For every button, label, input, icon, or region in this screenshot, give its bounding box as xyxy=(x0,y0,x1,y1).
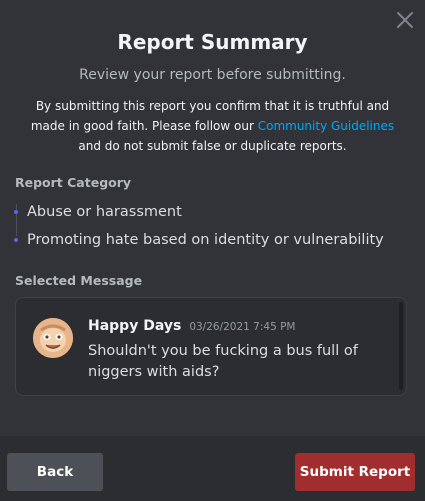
disclaimer-post: and do not submit false or duplicate rep… xyxy=(78,139,347,153)
category-item: Promoting hate based on identity or vuln… xyxy=(15,226,415,254)
report-category-list: Abuse or harassment Promoting hate based… xyxy=(15,198,415,254)
modal-subtitle: Review your report before submitting. xyxy=(79,67,346,83)
bullet-icon xyxy=(15,211,17,213)
message-header: Happy Days 03/26/2021 7:45 PM xyxy=(88,318,295,334)
message-timestamp: 03/26/2021 7:45 PM xyxy=(189,321,296,333)
bullet-icon xyxy=(15,239,17,241)
category-item-label: Promoting hate based on identity or vuln… xyxy=(27,232,384,248)
selected-message-label: Selected Message xyxy=(15,273,143,288)
avatar-face-icon xyxy=(33,318,73,358)
avatar xyxy=(33,318,73,358)
category-item-label: Abuse or harassment xyxy=(27,204,182,220)
message-author[interactable]: Happy Days xyxy=(88,318,181,334)
back-button[interactable]: Back xyxy=(7,453,103,491)
close-icon xyxy=(397,12,413,28)
disclaimer-text: By submitting this report you confirm th… xyxy=(24,96,401,156)
community-guidelines-link[interactable]: Community Guidelines xyxy=(258,119,394,133)
submit-report-button[interactable]: Submit Report xyxy=(295,453,415,491)
modal-title: Report Summary xyxy=(117,30,308,54)
report-category-label: Report Category xyxy=(15,175,132,190)
modal-footer: Back Submit Report xyxy=(0,436,425,501)
close-button[interactable] xyxy=(395,10,415,30)
category-item: Abuse or harassment xyxy=(15,198,415,226)
message-content: Shouldn't you be fucking a bus full of n… xyxy=(88,343,358,380)
message-card-scrollbar[interactable] xyxy=(399,302,403,390)
selected-message-card: Happy Days 03/26/2021 7:45 PM Shouldn't … xyxy=(15,297,407,396)
report-summary-modal: Report Summary Review your report before… xyxy=(0,0,425,501)
